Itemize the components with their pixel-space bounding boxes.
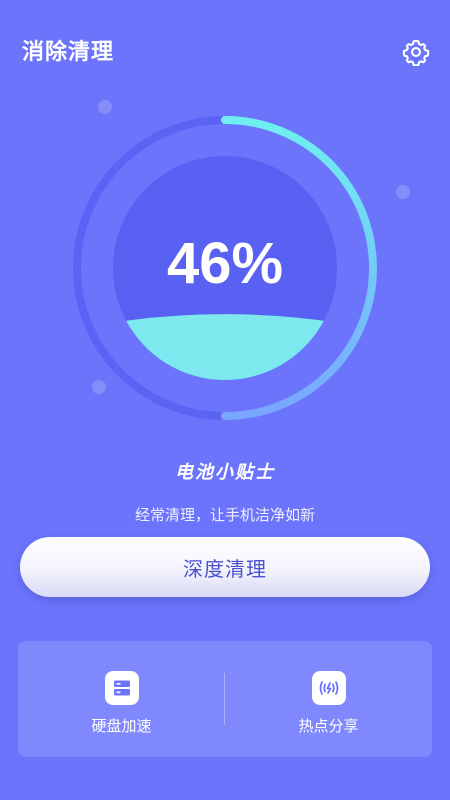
tools-panel: 硬盘加速 热点分享 — [18, 641, 432, 757]
tool-disk-speedup[interactable]: 硬盘加速 — [18, 641, 225, 757]
tip-title: 电池小贴士 — [175, 462, 275, 483]
hotspot-icon — [311, 671, 346, 705]
tool-label: 热点分享 — [298, 717, 359, 735]
tool-hotspot-share[interactable]: 热点分享 — [225, 641, 432, 757]
tool-label: 硬盘加速 — [91, 717, 152, 735]
gauge-wave-fill — [113, 314, 337, 380]
battery-gauge — [73, 116, 377, 420]
tip-subtitle: 经常清理，让手机洁净如新 — [134, 506, 315, 524]
storage-icon — [104, 671, 139, 705]
battery-percent: 46% — [166, 231, 284, 296]
deep-clean-button[interactable]: 深度清理 — [20, 537, 430, 597]
